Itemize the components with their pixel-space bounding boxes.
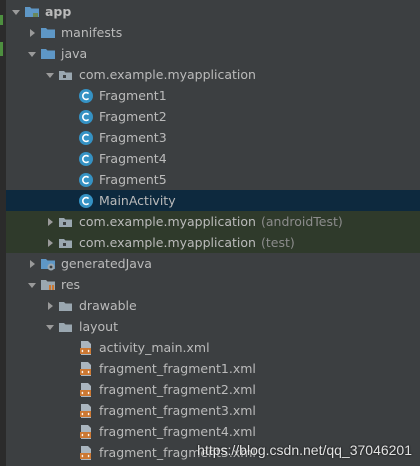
tree-label-xml-file: fragment_fragment2.xml xyxy=(99,382,256,397)
layout-xml-file-icon xyxy=(78,361,94,377)
chevron-right-icon[interactable] xyxy=(42,298,58,314)
package-icon xyxy=(58,67,74,83)
tree-node-xml-file[interactable]: fragment_fragment2.xml xyxy=(6,379,420,400)
package-icon xyxy=(58,235,74,251)
tree-label-res: res xyxy=(61,277,81,292)
tree-node-manifests[interactable]: manifests xyxy=(6,22,420,43)
tree-node-class[interactable]: Fragment5 xyxy=(6,169,420,190)
class-icon xyxy=(78,193,94,209)
layout-xml-file-icon xyxy=(78,445,94,461)
tree-label-xml-file: fragment_fragment4.xml xyxy=(99,424,256,439)
tree-label-xml-file: fragment_fragment3.xml xyxy=(99,403,256,418)
tree-node-package-main[interactable]: com.example.myapplication xyxy=(6,64,420,85)
tree-node-class[interactable]: Fragment4 xyxy=(6,148,420,169)
chevron-right-icon[interactable] xyxy=(42,214,58,230)
gutter-change-marker xyxy=(0,42,3,56)
tree-node-class-selected[interactable]: MainActivity xyxy=(6,190,420,211)
tree-label-drawable: drawable xyxy=(79,298,137,313)
chevron-down-icon[interactable] xyxy=(24,277,40,293)
chevron-right-icon[interactable] xyxy=(42,235,58,251)
tree-node-xml-file[interactable]: fragment_fragment4.xml xyxy=(6,421,420,442)
tree-node-generated-java[interactable]: generatedJava xyxy=(6,253,420,274)
tree-node-class[interactable]: Fragment2 xyxy=(6,106,420,127)
chevron-right-icon[interactable] xyxy=(24,256,40,272)
class-icon xyxy=(78,172,94,188)
tree-label-class: Fragment1 xyxy=(99,88,167,103)
generated-folder-icon xyxy=(40,256,56,272)
chevron-down-icon[interactable] xyxy=(42,319,58,335)
tree-node-xml-file[interactable]: fragment_fragment1.xml xyxy=(6,358,420,379)
resource-folder-icon xyxy=(40,277,56,293)
folder-icon xyxy=(58,298,74,314)
tree-label-generated-java: generatedJava xyxy=(61,256,152,271)
tree-label-xml-file: fragment_fragment1.xml xyxy=(99,361,256,376)
folder-icon xyxy=(58,319,74,335)
tree-label-manifests: manifests xyxy=(61,25,123,40)
layout-xml-file-icon xyxy=(78,340,94,356)
tree-node-layout[interactable]: layout xyxy=(6,316,420,337)
tree-label-class: Fragment4 xyxy=(99,151,167,166)
tree-node-drawable[interactable]: drawable xyxy=(6,295,420,316)
tree-label-package: com.example.myapplication xyxy=(79,214,256,229)
tree-node-class[interactable]: Fragment1 xyxy=(6,85,420,106)
tree-node-xml-file[interactable]: fragment_fragment3.xml xyxy=(6,400,420,421)
watermark: https://blog.csdn.net/qq_37046201 xyxy=(197,442,412,458)
chevron-down-icon[interactable] xyxy=(24,46,40,62)
class-icon xyxy=(78,88,94,104)
tree-node-package-android-test[interactable]: com.example.myapplication (androidTest) xyxy=(6,211,420,232)
tree-label-class: Fragment3 xyxy=(99,130,167,145)
tree-label-java: java xyxy=(61,46,88,61)
tree-label-source-set: (test) xyxy=(260,235,295,250)
tree-label-app: app xyxy=(45,4,72,19)
class-icon xyxy=(78,130,94,146)
layout-xml-file-icon xyxy=(78,403,94,419)
tree-label-package: com.example.myapplication xyxy=(79,235,256,250)
chevron-down-icon[interactable] xyxy=(42,67,58,83)
class-icon xyxy=(78,151,94,167)
folder-icon xyxy=(40,25,56,41)
tree-node-class[interactable]: Fragment3 xyxy=(6,127,420,148)
module-folder-icon xyxy=(24,4,40,20)
package-icon xyxy=(58,214,74,230)
layout-xml-file-icon xyxy=(78,424,94,440)
tree-node-res[interactable]: res xyxy=(6,274,420,295)
tree-node-java[interactable]: java xyxy=(6,43,420,64)
tree-label-class: Fragment5 xyxy=(99,172,167,187)
tree-label-class: MainActivity xyxy=(99,193,176,208)
tree-label-source-set: (androidTest) xyxy=(260,214,343,229)
gutter-change-marker xyxy=(0,15,3,25)
layout-xml-file-icon xyxy=(78,382,94,398)
tree-label-class: Fragment2 xyxy=(99,109,167,124)
tree-node-app[interactable]: app xyxy=(6,1,420,22)
tree-node-package-test[interactable]: com.example.myapplication (test) xyxy=(6,232,420,253)
chevron-right-icon[interactable] xyxy=(24,25,40,41)
tree-label-package: com.example.myapplication xyxy=(79,67,256,82)
folder-icon xyxy=(40,46,56,62)
tree-node-xml-file[interactable]: activity_main.xml xyxy=(6,337,420,358)
tree-label-xml-file: activity_main.xml xyxy=(99,340,210,355)
class-icon xyxy=(78,109,94,125)
tree-label-layout: layout xyxy=(79,319,119,334)
chevron-down-icon[interactable] xyxy=(8,4,24,20)
